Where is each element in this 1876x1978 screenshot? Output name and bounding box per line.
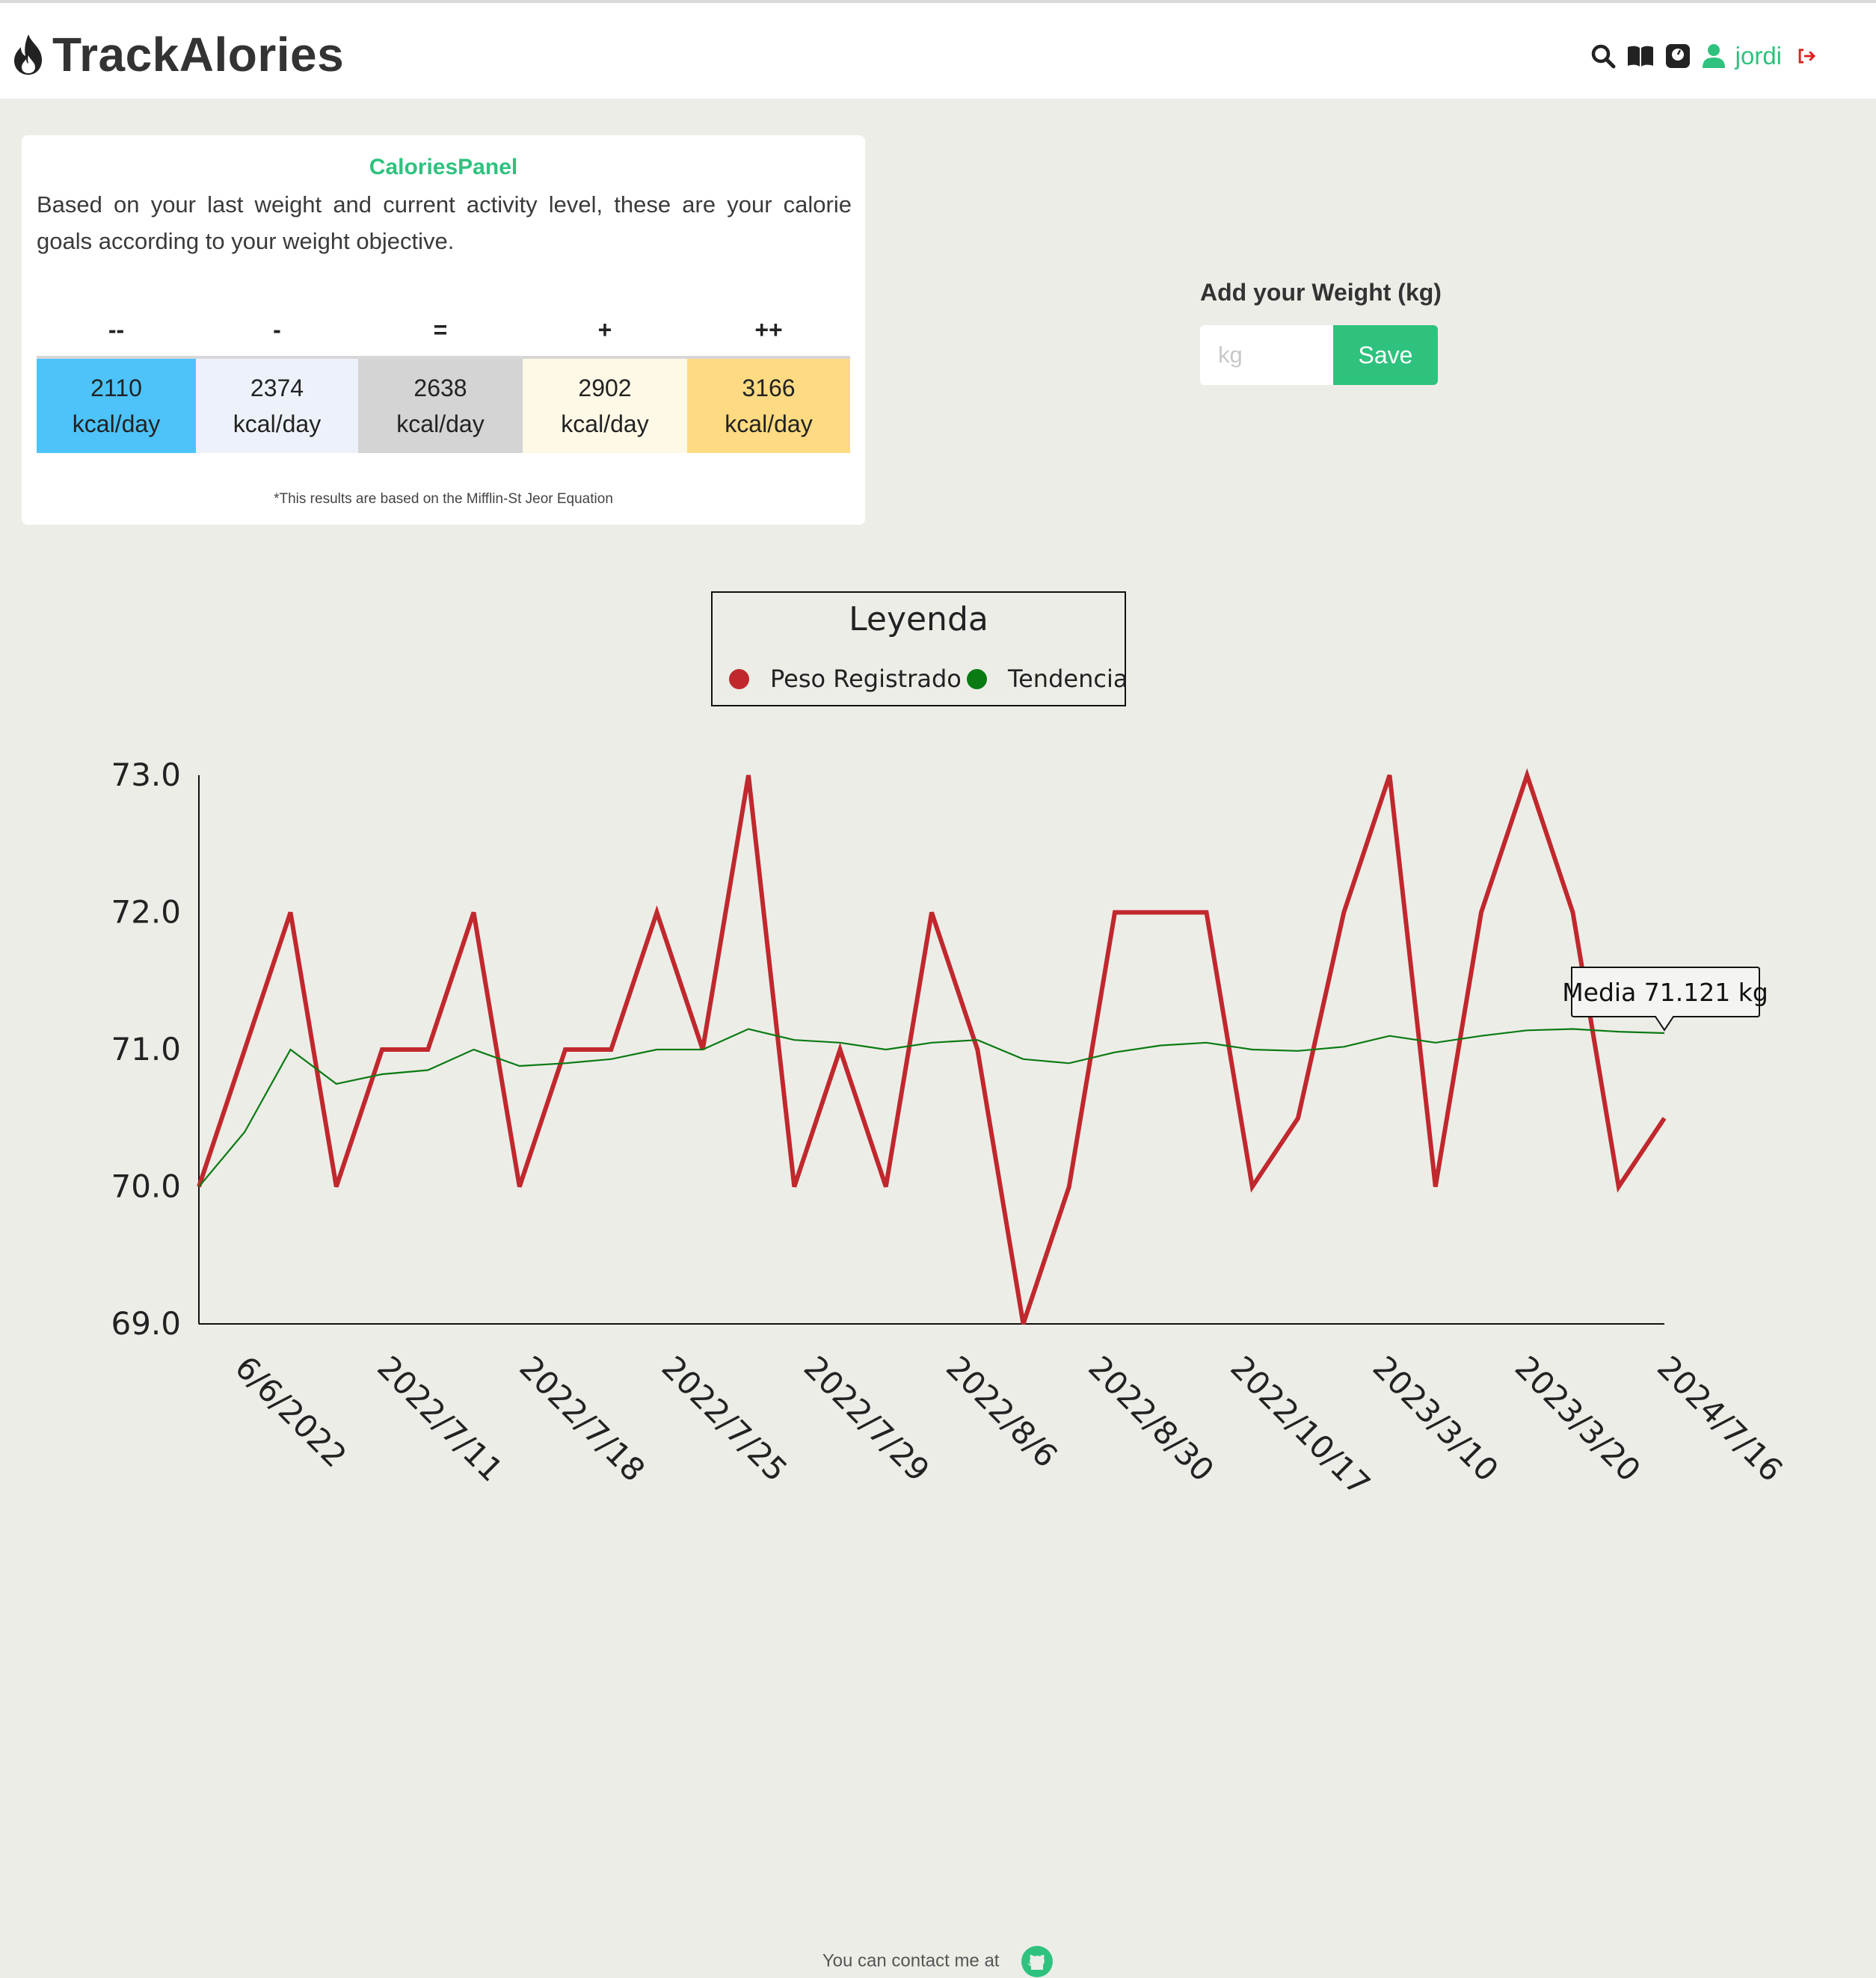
navbar: TrackAlories jordi	[0, 3, 1876, 99]
x-tick-label: 2022/8/30	[1081, 1349, 1221, 1488]
goal-header: --	[108, 316, 125, 343]
github-icon[interactable]	[1021, 1945, 1054, 1978]
goal-cell: 3166 kcal/day	[687, 359, 850, 453]
user-icon[interactable]	[1701, 43, 1726, 69]
calories-panel: CaloriesPanel Based on your last weight …	[22, 135, 865, 525]
x-tick-label: 2022/7/25	[655, 1349, 795, 1488]
x-tick-label: 6/6/2022	[228, 1349, 354, 1474]
y-tick-label: 73.0	[111, 757, 181, 793]
x-tick-label: 2022/10/17	[1223, 1349, 1377, 1503]
goal-value: 2110	[90, 375, 142, 401]
x-tick-label: 2023/3/10	[1366, 1349, 1506, 1488]
weight-chart: 73.072.071.070.069.06/6/2022 2022/7/11 202…	[111, 757, 1790, 1503]
chart-legend: Leyenda Peso Registrado Tendencia	[711, 591, 1128, 706]
legend-marker	[729, 668, 749, 689]
goal-header: =	[433, 316, 448, 343]
footer: You can contact me at	[0, 1945, 1876, 1978]
goal-unit: kcal/day	[396, 410, 485, 437]
search-icon[interactable]	[1590, 43, 1616, 69]
x-tick-label: 2022/8/6	[939, 1349, 1065, 1474]
y-tick-label: 72.0	[111, 894, 181, 931]
goal-unit: kcal/day	[561, 410, 649, 437]
goal-header: -	[273, 316, 281, 343]
goal-cell: 2902 kcal/day	[523, 359, 687, 453]
goal-value: 2374	[250, 375, 304, 401]
weight-series-line	[197, 768, 1667, 1325]
app-name: TrackAlories	[52, 28, 345, 81]
y-tick-label: 71.0	[111, 1031, 181, 1067]
x-tick-label: 2022/7/29	[797, 1349, 937, 1488]
goal-cell: 2374 kcal/day	[196, 359, 358, 453]
legend-label: Peso Registrado	[770, 665, 962, 693]
tooltip-text: Media 71.121 kg	[1562, 978, 1768, 1007]
x-tick-label: 2024/7/16	[1650, 1349, 1790, 1488]
scale-icon[interactable]	[1665, 43, 1691, 69]
legend-item[interactable]: Tendencia	[967, 665, 1128, 693]
flame-icon	[14, 34, 42, 75]
nav-icons: jordi	[1590, 42, 1818, 70]
app-logo[interactable]: TrackAlories	[10, 27, 344, 82]
legend-label: Tendencia	[1008, 665, 1128, 693]
book-icon[interactable]	[1626, 43, 1655, 69]
username-link[interactable]: jordi	[1735, 42, 1782, 70]
goal-header: ++	[754, 316, 783, 343]
x-tick-label: 2022/7/11	[370, 1349, 510, 1488]
weight-input[interactable]	[1200, 325, 1333, 385]
y-tick-label: 69.0	[111, 1305, 181, 1342]
goal-unit: kcal/day	[233, 410, 322, 437]
goal-value: 2638	[413, 375, 467, 401]
calorie-goals-table: -- - = + ++ 2110 kcal/day 2374 kcal/day …	[37, 304, 850, 453]
legend-marker	[967, 668, 987, 689]
legend-item[interactable]: Peso Registrado	[729, 665, 962, 693]
weight-input-row: Save	[1200, 325, 1438, 385]
panel-title: CaloriesPanel	[369, 155, 518, 179]
goal-value: 3166	[742, 375, 796, 401]
equation-note: *This results are based on the Mifflin-S…	[274, 491, 613, 507]
goal-headers: -- - = + ++	[37, 304, 850, 359]
legend-title: Leyenda	[849, 600, 988, 638]
logout-icon[interactable]	[1797, 43, 1818, 69]
goal-cell: 2110 kcal/day	[37, 359, 196, 453]
add-weight-form: Add your Weight (kg) Save	[1200, 279, 1442, 385]
trend-series-line	[198, 1028, 1665, 1188]
y-tick-label: 70.0	[111, 1168, 181, 1205]
goal-unit: kcal/day	[72, 410, 161, 437]
save-button[interactable]: Save	[1333, 325, 1438, 385]
goal-unit: kcal/day	[725, 410, 813, 437]
goal-header: +	[597, 316, 612, 343]
weight-label: Add your Weight (kg)	[1200, 279, 1442, 306]
x-tick-label: 2023/3/20	[1508, 1349, 1648, 1488]
footer-text: You can contact me at	[822, 1950, 1000, 1971]
goal-cell: 2638 kcal/day	[358, 359, 523, 453]
x-tick-label: 2022/7/18	[512, 1349, 652, 1488]
goal-values: 2110 kcal/day 2374 kcal/day 2638 kcal/da…	[37, 359, 850, 453]
goal-value: 2902	[578, 375, 632, 401]
panel-description: Based on your last weight and current ac…	[37, 191, 852, 254]
